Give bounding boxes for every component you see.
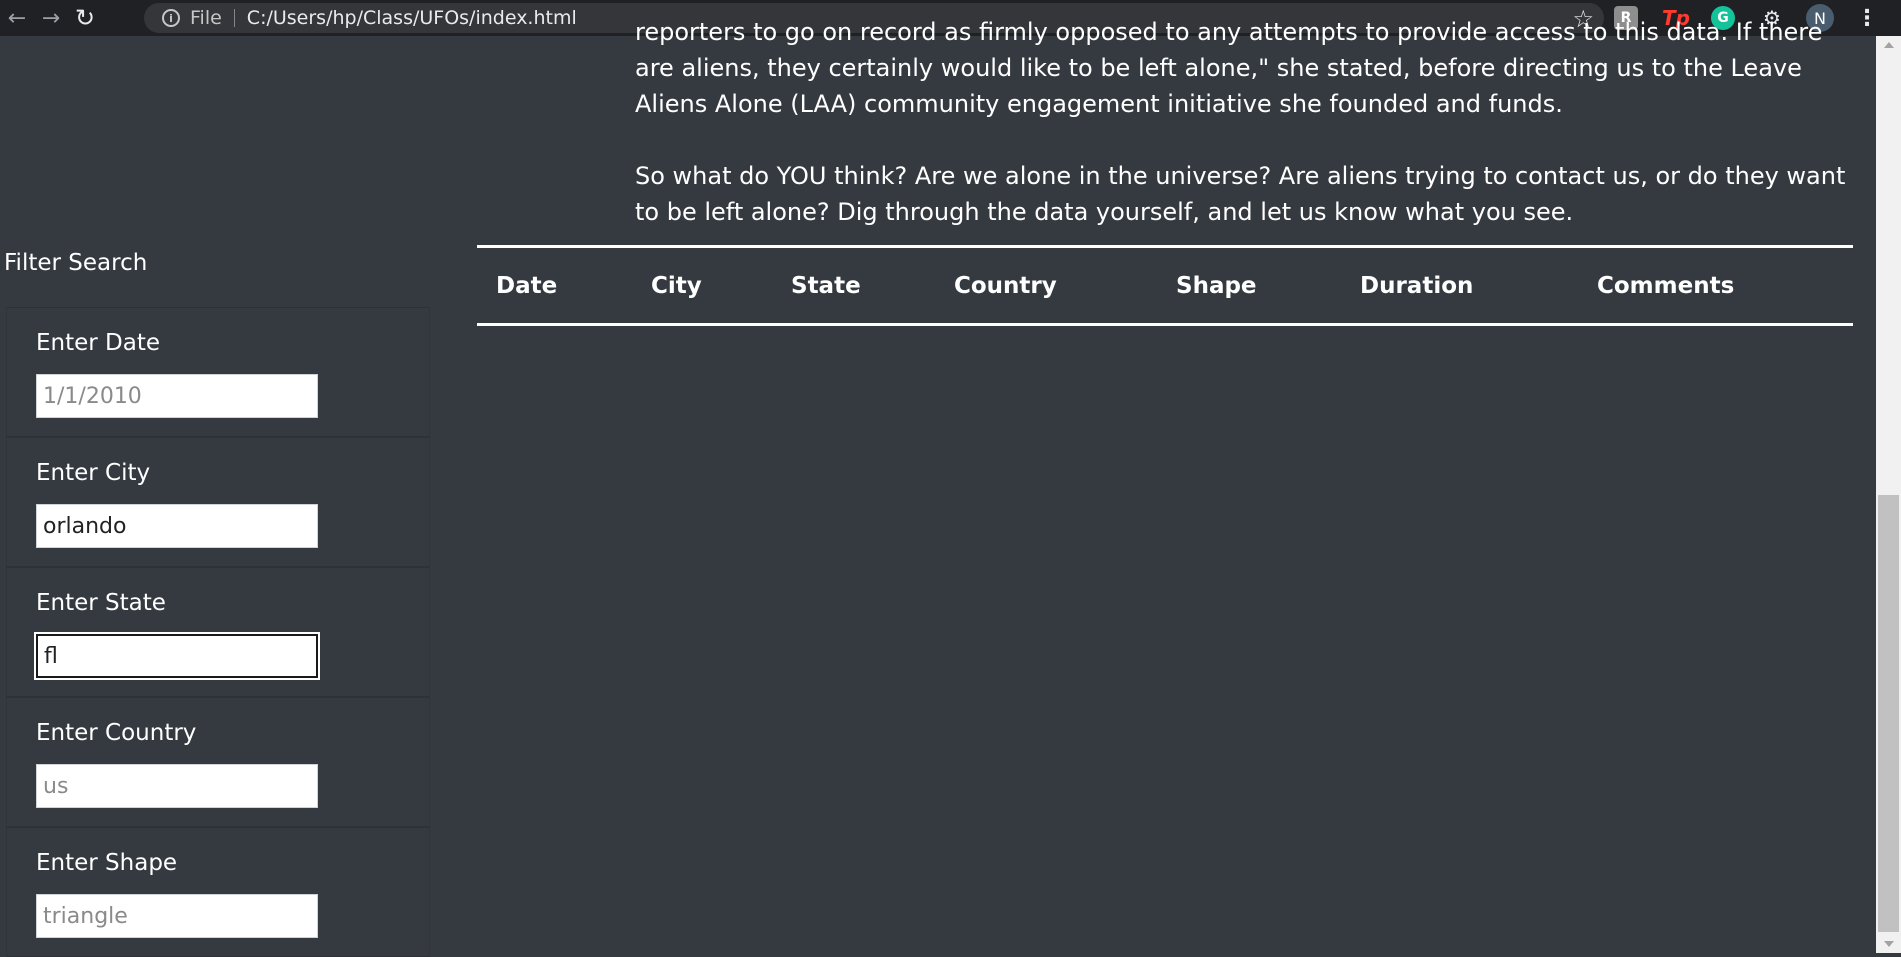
header-comments: Comments — [1597, 272, 1735, 299]
filter-item-state: Enter State — [6, 567, 430, 697]
scroll-down-icon[interactable] — [1884, 941, 1894, 947]
table-header-row: Date City State Country Shape Duration C… — [477, 248, 1853, 323]
city-input[interactable] — [36, 504, 318, 548]
filter-label: Enter City — [36, 460, 151, 486]
filter-label: Enter Country — [36, 720, 197, 746]
url-text[interactable]: C:/Users/hp/Class/UFOs/index.html — [247, 7, 577, 29]
header-state: State — [791, 272, 861, 299]
ufo-table: Date City State Country Shape Duration C… — [477, 245, 1853, 326]
article-body: reporters to go on record as firmly oppo… — [635, 18, 1860, 230]
filter-label: Enter Shape — [36, 850, 178, 876]
filter-list: Enter Date Enter City Enter State Enter … — [6, 307, 430, 957]
url-scheme: File — [190, 7, 222, 29]
filter-item-city: Enter City — [6, 437, 430, 567]
filter-search-title: Filter Search — [4, 250, 148, 276]
date-input[interactable] — [36, 374, 318, 418]
forward-icon[interactable]: → — [34, 0, 68, 36]
back-icon[interactable]: ← — [0, 0, 34, 36]
header-shape: Shape — [1176, 272, 1257, 299]
divider — [233, 9, 235, 27]
header-duration: Duration — [1360, 272, 1474, 299]
header-city: City — [651, 272, 702, 299]
scroll-up-icon[interactable] — [1884, 42, 1894, 48]
filter-item-shape: Enter Shape — [6, 827, 430, 957]
filter-item-country: Enter Country — [6, 697, 430, 827]
filter-label: Enter State — [36, 590, 166, 616]
reload-icon[interactable]: ↻ — [68, 0, 102, 36]
scroll-thumb[interactable] — [1878, 495, 1899, 932]
info-icon[interactable]: i — [162, 9, 180, 27]
table-header-border — [477, 323, 1853, 326]
filter-item-date: Enter Date — [6, 307, 430, 437]
article-paragraph: So what do YOU think? Are we alone in th… — [635, 162, 1846, 226]
filter-label: Enter Date — [36, 330, 161, 356]
state-input[interactable] — [36, 634, 318, 678]
shape-input[interactable] — [36, 894, 318, 938]
header-country: Country — [954, 272, 1057, 299]
country-input[interactable] — [36, 764, 318, 808]
header-date: Date — [496, 272, 558, 299]
page-scrollbar[interactable] — [1876, 36, 1901, 953]
article-paragraph: reporters to go on record as firmly oppo… — [635, 18, 1823, 118]
